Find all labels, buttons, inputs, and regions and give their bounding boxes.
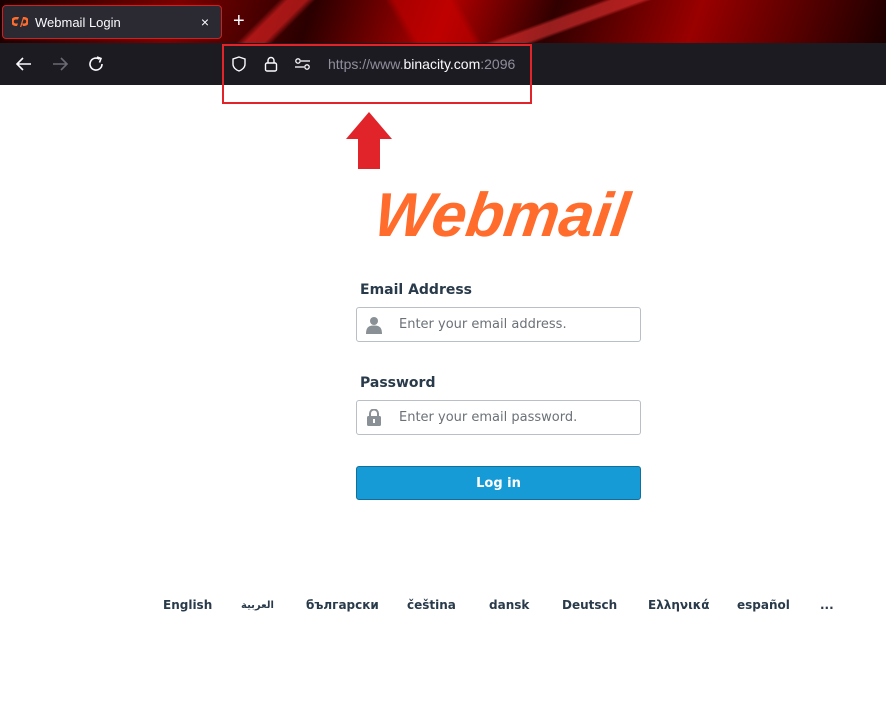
email-label: Email Address: [360, 282, 473, 298]
password-field-wrapper[interactable]: [356, 400, 641, 435]
login-button[interactable]: Log in: [356, 466, 641, 500]
cpanel-icon: [11, 13, 29, 31]
lock-icon[interactable]: [262, 55, 280, 73]
language-english[interactable]: English: [163, 598, 212, 612]
close-icon[interactable]: ×: [195, 14, 215, 30]
reload-icon[interactable]: [86, 54, 106, 74]
tab-title: Webmail Login: [35, 14, 121, 30]
lock-icon: [357, 401, 391, 434]
shield-icon[interactable]: [230, 55, 248, 73]
url-scheme: https://www.: [328, 56, 404, 72]
logo-text: Webmail: [370, 186, 635, 244]
navigation-bar: https://www.binacity.com:2096: [0, 43, 886, 85]
url-text[interactable]: https://www.binacity.com:2096: [328, 56, 515, 72]
language-spanish[interactable]: español: [737, 598, 790, 612]
password-input[interactable]: [391, 401, 640, 434]
url-host: binacity.com: [403, 56, 481, 72]
back-arrow-icon[interactable]: [14, 54, 34, 74]
password-label: Password: [360, 375, 436, 391]
language-arabic[interactable]: العربية: [241, 600, 274, 611]
more-languages-button[interactable]: ...: [820, 598, 834, 612]
language-bulgarian[interactable]: български: [306, 598, 379, 612]
language-greek[interactable]: Ελληνικά: [648, 598, 710, 612]
permissions-icon[interactable]: [294, 55, 312, 73]
email-input[interactable]: [391, 308, 640, 341]
tab-bar: Webmail Login × +: [0, 0, 886, 43]
language-list: English العربية български čeština dansk …: [0, 598, 886, 618]
user-icon: [357, 308, 391, 341]
tab-webmail-login[interactable]: Webmail Login ×: [2, 5, 222, 39]
webmail-logo: Webmail: [348, 181, 656, 250]
language-german[interactable]: Deutsch: [562, 598, 617, 612]
language-danish[interactable]: dansk: [489, 598, 529, 612]
language-czech[interactable]: čeština: [407, 598, 456, 612]
new-tab-button[interactable]: +: [233, 9, 245, 33]
url-bar[interactable]: https://www.binacity.com:2096: [222, 47, 886, 81]
up-arrow-annotation: [345, 112, 393, 175]
email-field-wrapper[interactable]: [356, 307, 641, 342]
url-port: :2096: [480, 56, 516, 72]
forward-arrow-icon[interactable]: [50, 54, 70, 74]
